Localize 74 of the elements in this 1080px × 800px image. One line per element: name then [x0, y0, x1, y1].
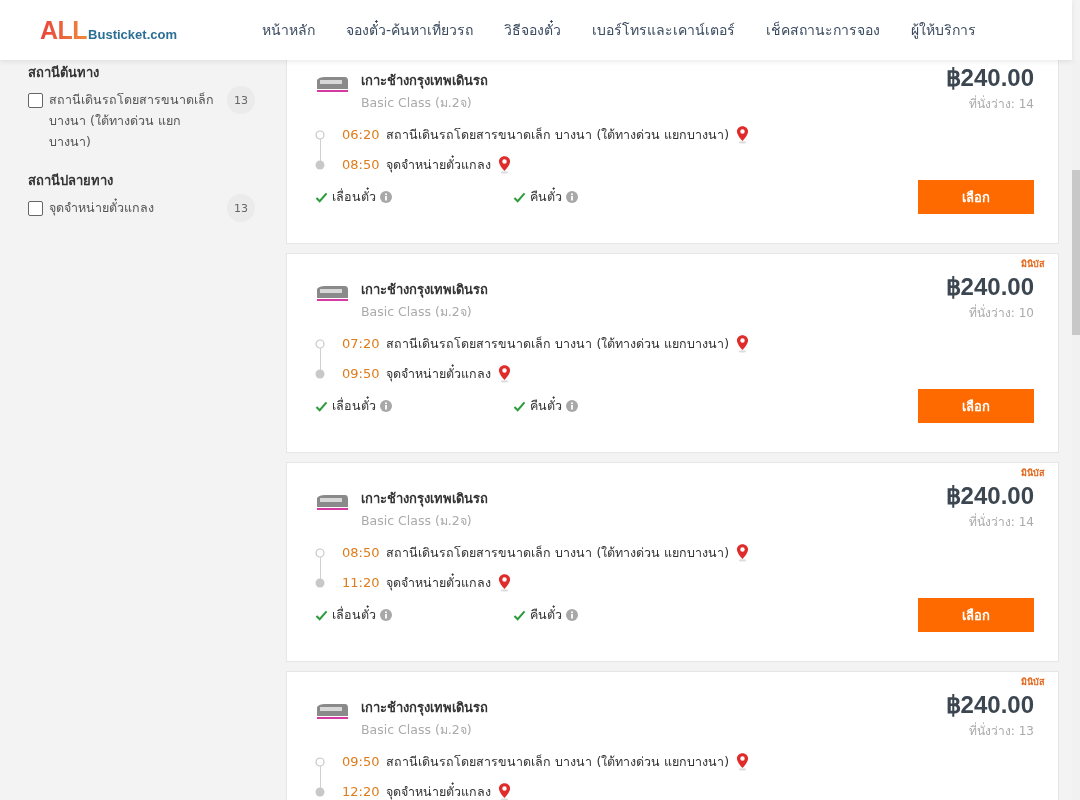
map-pin-icon[interactable] [498, 364, 512, 383]
map-pin-icon[interactable] [736, 543, 750, 562]
filter-label[interactable]: จุดจำหน่ายตั๋วแกลง [49, 197, 219, 218]
stop-name: สถานีเดินรถโดยสารขนาดเล็ก บางนา (ใต้ทางด่วน แยกบางนา) [386, 543, 730, 562]
feature-label: คืนตั๋ว [530, 396, 562, 415]
info-icon[interactable] [380, 609, 392, 621]
stop-time: 08:50 [342, 545, 380, 560]
bus-class: Basic Class (ม.2จ) [361, 94, 473, 112]
map-pin-icon[interactable] [498, 155, 512, 174]
nav-link[interactable]: เบอร์โทรและเคาน์เตอร์ [592, 19, 736, 41]
stop-name: จุดจำหน่ายตั๋วแกลง [386, 154, 492, 175]
price: ฿240.00 [945, 64, 1034, 92]
stop-name: จุดจำหน่ายตั๋วแกลง [386, 781, 492, 800]
info-icon[interactable] [566, 400, 578, 412]
count-badge: 13 [227, 194, 255, 222]
stop-time: 12:20 [342, 784, 380, 799]
bus-logo-icon [315, 492, 349, 512]
bus-type-tag: มินิบัส [1021, 257, 1044, 273]
price: ฿240.00 [945, 482, 1034, 510]
filter-heading: สถานีต้นทาง [28, 64, 100, 82]
price: ฿240.00 [945, 691, 1034, 719]
feature-label: เลื่อนตั๋ว [332, 396, 376, 415]
stop-name: จุดจำหน่ายตั๋วแกลง [386, 572, 492, 593]
map-pin-icon[interactable] [736, 125, 750, 144]
price: ฿240.00 [945, 273, 1034, 301]
nav-link[interactable]: ผู้ให้บริการ [911, 19, 977, 41]
map-pin-icon[interactable] [736, 334, 750, 353]
stop-name: สถานีเดินรถโดยสารขนาดเล็ก บางนา (ใต้ทางด่วน แยกบางนา) [386, 125, 730, 144]
bus-class: Basic Class (ม.2จ) [361, 512, 473, 530]
logo-domain[interactable]: Busticket.com [88, 26, 177, 42]
filter-label[interactable]: สถานีเดินรถโดยสารขนาดเล็ก บางนา (ใต้ทางด่วน แยกบางนา) [49, 89, 219, 152]
stop-name: สถานีเดินรถโดยสารขนาดเล็ก บางนา (ใต้ทางด่วน แยกบางนา) [386, 334, 730, 353]
feature-label: เลื่อนตั๋ว [332, 187, 376, 206]
feature-label: คืนตั๋ว [530, 187, 562, 206]
map-pin-icon[interactable] [498, 782, 512, 800]
info-icon[interactable] [566, 191, 578, 203]
stop-name: จุดจำหน่ายตั๋วแกลง [386, 363, 492, 384]
seats-available: ที่นั่งว่าง: 10 [967, 303, 1034, 322]
operator-name: เกาะช้างกรุงเทพเดินรถ [361, 699, 489, 718]
stop-name: สถานีเดินรถโดยสารขนาดเล็ก บางนา (ใต้ทางด่วน แยกบางนา) [386, 752, 730, 771]
bus-logo-icon [315, 701, 349, 721]
stop-time: 09:50 [342, 754, 380, 769]
stop-time: 09:50 [342, 366, 380, 381]
bus-logo-icon [315, 283, 349, 303]
count-badge: 13 [227, 86, 255, 114]
filter-heading: สถานีปลายทาง [28, 172, 114, 190]
feature-label: คืนตั๋ว [530, 605, 562, 624]
map-pin-icon[interactable] [736, 752, 750, 771]
map-pin-icon[interactable] [498, 573, 512, 592]
seats-available: ที่นั่งว่าง: 14 [967, 512, 1034, 531]
stop-time: 06:20 [342, 127, 380, 142]
checkbox[interactable] [28, 93, 43, 108]
nav-link[interactable]: หน้าหลัก [262, 19, 315, 41]
stop-time: 08:50 [342, 157, 380, 172]
nav-link[interactable]: จองตั๋ว-ค้นหาเที่ยวรถ [346, 19, 474, 41]
seats-available: ที่นั่งว่าง: 13 [967, 721, 1034, 740]
info-icon[interactable] [380, 400, 392, 412]
operator-name: เกาะช้างกรุงเทพเดินรถ [361, 490, 489, 509]
bus-class: Basic Class (ม.2จ) [361, 721, 473, 739]
operator-name: เกาะช้างกรุงเทพเดินรถ [361, 281, 489, 300]
bus-class: Basic Class (ม.2จ) [361, 303, 473, 321]
bus-logo-icon [315, 74, 349, 94]
operator-name: เกาะช้างกรุงเทพเดินรถ [361, 72, 489, 91]
info-icon[interactable] [380, 191, 392, 203]
checkbox[interactable] [28, 201, 43, 216]
stop-time: 07:20 [342, 336, 380, 351]
bus-type-tag: มินิบัส [1021, 675, 1044, 691]
nav-link[interactable]: เช็คสถานะการจอง [766, 19, 881, 41]
stop-time: 11:20 [342, 575, 380, 590]
seats-available: ที่นั่งว่าง: 14 [967, 94, 1034, 113]
bus-type-tag: มินิบัส [1021, 466, 1044, 482]
nav-link[interactable]: วิธีจองตั๋ว [504, 19, 562, 41]
info-icon[interactable] [566, 609, 578, 621]
feature-label: เลื่อนตั๋ว [332, 605, 376, 624]
